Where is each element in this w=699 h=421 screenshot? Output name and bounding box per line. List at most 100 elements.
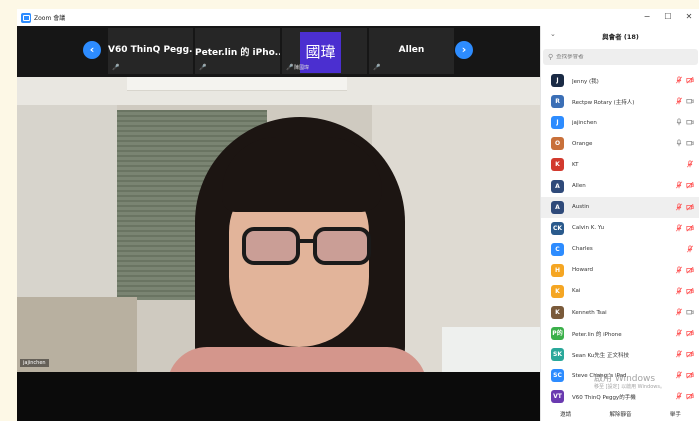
participant-avatar: K	[551, 158, 564, 172]
video-muted-icon	[686, 330, 694, 337]
search-box[interactable]: ⚲	[543, 49, 698, 65]
mic-muted-icon	[675, 76, 683, 84]
maximize-button[interactable]: ☐	[660, 11, 676, 23]
video-thumbnail[interactable]: V60 ThinQ Pegg... 🎤	[108, 28, 193, 74]
participant-status-icons	[675, 139, 694, 147]
panel-footer: 邀請 解除靜音 舉手	[541, 406, 699, 421]
mic-muted-icon: 🎤	[373, 64, 381, 71]
zoom-window: Zoom 會議 − ☐ ✕ ‹ V60 ThinQ Pegg... 🎤 Pete…	[17, 9, 699, 421]
prev-page-button[interactable]: ‹	[83, 41, 101, 59]
mic-muted-icon: 🎤	[199, 64, 207, 71]
video-muted-icon	[686, 224, 694, 232]
participant-row[interactable]: SK Sean Ku先生 正文科技	[541, 344, 699, 365]
next-page-button[interactable]: ›	[455, 41, 473, 59]
video-thumbnail[interactable]: Allen 🎤	[369, 28, 454, 74]
mic-muted-icon	[675, 329, 683, 337]
participant-avatar: K	[551, 284, 564, 298]
box	[442, 327, 540, 372]
invite-button[interactable]: 邀請	[560, 410, 571, 418]
main-video-feed[interactable]: jajinchen	[17, 77, 540, 372]
video-icon	[686, 99, 694, 104]
participant-status-icons	[675, 118, 694, 126]
video-thumbnail[interactable]: Peter.lin 的 iPho... 🎤	[195, 28, 280, 74]
mic-icon	[676, 139, 682, 147]
participant-avatar: O	[551, 137, 564, 151]
participant-status-icons	[675, 224, 694, 232]
video-thumbnail[interactable]: 國瑋 🎤 陳國瑋	[282, 28, 367, 74]
mic-muted-icon: 🎤	[112, 64, 120, 71]
participant-avatar: SC	[551, 369, 564, 383]
participant-name: jajinchen	[572, 119, 597, 126]
participant-name: Sean Ku先生 正文科技	[572, 352, 630, 359]
participant-status-icons	[686, 160, 694, 168]
thumbnail-sub-name: 陳國瑋	[294, 65, 310, 71]
minimize-button[interactable]: −	[639, 11, 655, 23]
participant-status-icons	[675, 97, 694, 105]
participant-status-icons	[675, 181, 694, 189]
participant-avatar: A	[551, 200, 564, 214]
participant-avatar: CK	[551, 221, 564, 235]
participant-status-icons	[675, 308, 694, 316]
participant-status-icons	[675, 76, 694, 84]
participant-name: Kai	[572, 288, 581, 295]
participant-name: Calvin K. Yu	[572, 225, 605, 232]
chevron-down-icon[interactable]: ⌄	[550, 30, 556, 38]
participant-row[interactable]: K Kenneth Tsai	[541, 302, 699, 323]
participant-row[interactable]: H Howard	[541, 260, 699, 281]
participant-avatar: J	[551, 116, 564, 130]
participant-row[interactable]: R Rectpw Rotary (主持人)	[541, 91, 699, 112]
participant-row[interactable]: P的 Peter.lin 的 iPhone	[541, 323, 699, 344]
person-shirt	[167, 347, 427, 372]
participant-row[interactable]: A Allen	[541, 175, 699, 196]
search-input[interactable]	[556, 54, 677, 60]
participant-name: Allen	[572, 183, 586, 190]
unmute-button[interactable]: 解除靜音	[609, 410, 631, 418]
video-muted-icon	[686, 351, 694, 358]
mic-muted-icon	[686, 245, 694, 253]
participant-row[interactable]: C Charles	[541, 239, 699, 260]
windows-activation-watermark: 啟用 Windows 移至 [設定] 以啟用 Windows。	[594, 374, 665, 390]
thumbnail-name: Allen	[398, 45, 425, 55]
participant-row[interactable]: CK Calvin K. Yu	[541, 218, 699, 239]
participant-avatar: H	[551, 263, 564, 277]
mic-muted-icon: 🎤	[286, 64, 294, 71]
video-muted-icon	[686, 182, 694, 189]
participant-name: Howard	[572, 267, 594, 274]
participant-status-icons	[675, 371, 694, 379]
person-fringe	[222, 137, 382, 212]
video-muted-icon	[686, 372, 694, 379]
participant-row[interactable]: Jjajinchen	[541, 112, 699, 133]
panel-header: ⌄ 與會者 (18)	[541, 26, 699, 46]
participant-name: Peter.lin 的 iPhone	[572, 331, 622, 338]
participant-row[interactable]: K Kai	[541, 281, 699, 302]
participant-avatar: A	[551, 179, 564, 193]
participant-status-icons	[675, 329, 694, 337]
mic-muted-icon	[675, 97, 683, 105]
mic-muted-icon	[686, 160, 694, 168]
participant-avatar: P的	[551, 327, 564, 341]
participant-status-icons	[675, 266, 694, 274]
mic-muted-icon	[675, 203, 683, 210]
mic-muted-icon	[675, 224, 683, 232]
raise-hand-button[interactable]: 舉手	[670, 410, 681, 418]
video-muted-icon	[686, 287, 694, 295]
participants-panel: ⌄ 與會者 (18) ⚲ J Jenny (我) R Rectpw Rotary (主…	[540, 26, 699, 421]
participant-row[interactable]: A Austin	[541, 196, 699, 218]
participant-name: KT	[572, 161, 579, 168]
mic-muted-icon	[675, 181, 683, 189]
watermark-line-2: 移至 [設定] 以啟用 Windows。	[594, 383, 665, 390]
mic-muted-icon	[675, 350, 683, 358]
speaker-name-label: jajinchen	[20, 359, 49, 367]
mic-muted-icon	[675, 287, 683, 295]
thumbnail-name: Peter.lin 的 iPho...	[195, 48, 280, 58]
participant-row[interactable]: J Jenny (我)	[541, 70, 699, 91]
participant-row[interactable]: O Orange	[541, 133, 699, 154]
participant-row[interactable]: K KT	[541, 154, 699, 175]
participant-status-icons	[675, 287, 694, 295]
video-icon	[686, 141, 694, 146]
close-button[interactable]: ✕	[681, 11, 697, 23]
ceiling-light	[127, 77, 347, 91]
zoom-app-icon	[21, 12, 31, 23]
video-icon	[686, 120, 694, 125]
participant-list: J Jenny (我) R Rectpw Rotary (主持人) Jjajinchen…	[541, 70, 699, 408]
